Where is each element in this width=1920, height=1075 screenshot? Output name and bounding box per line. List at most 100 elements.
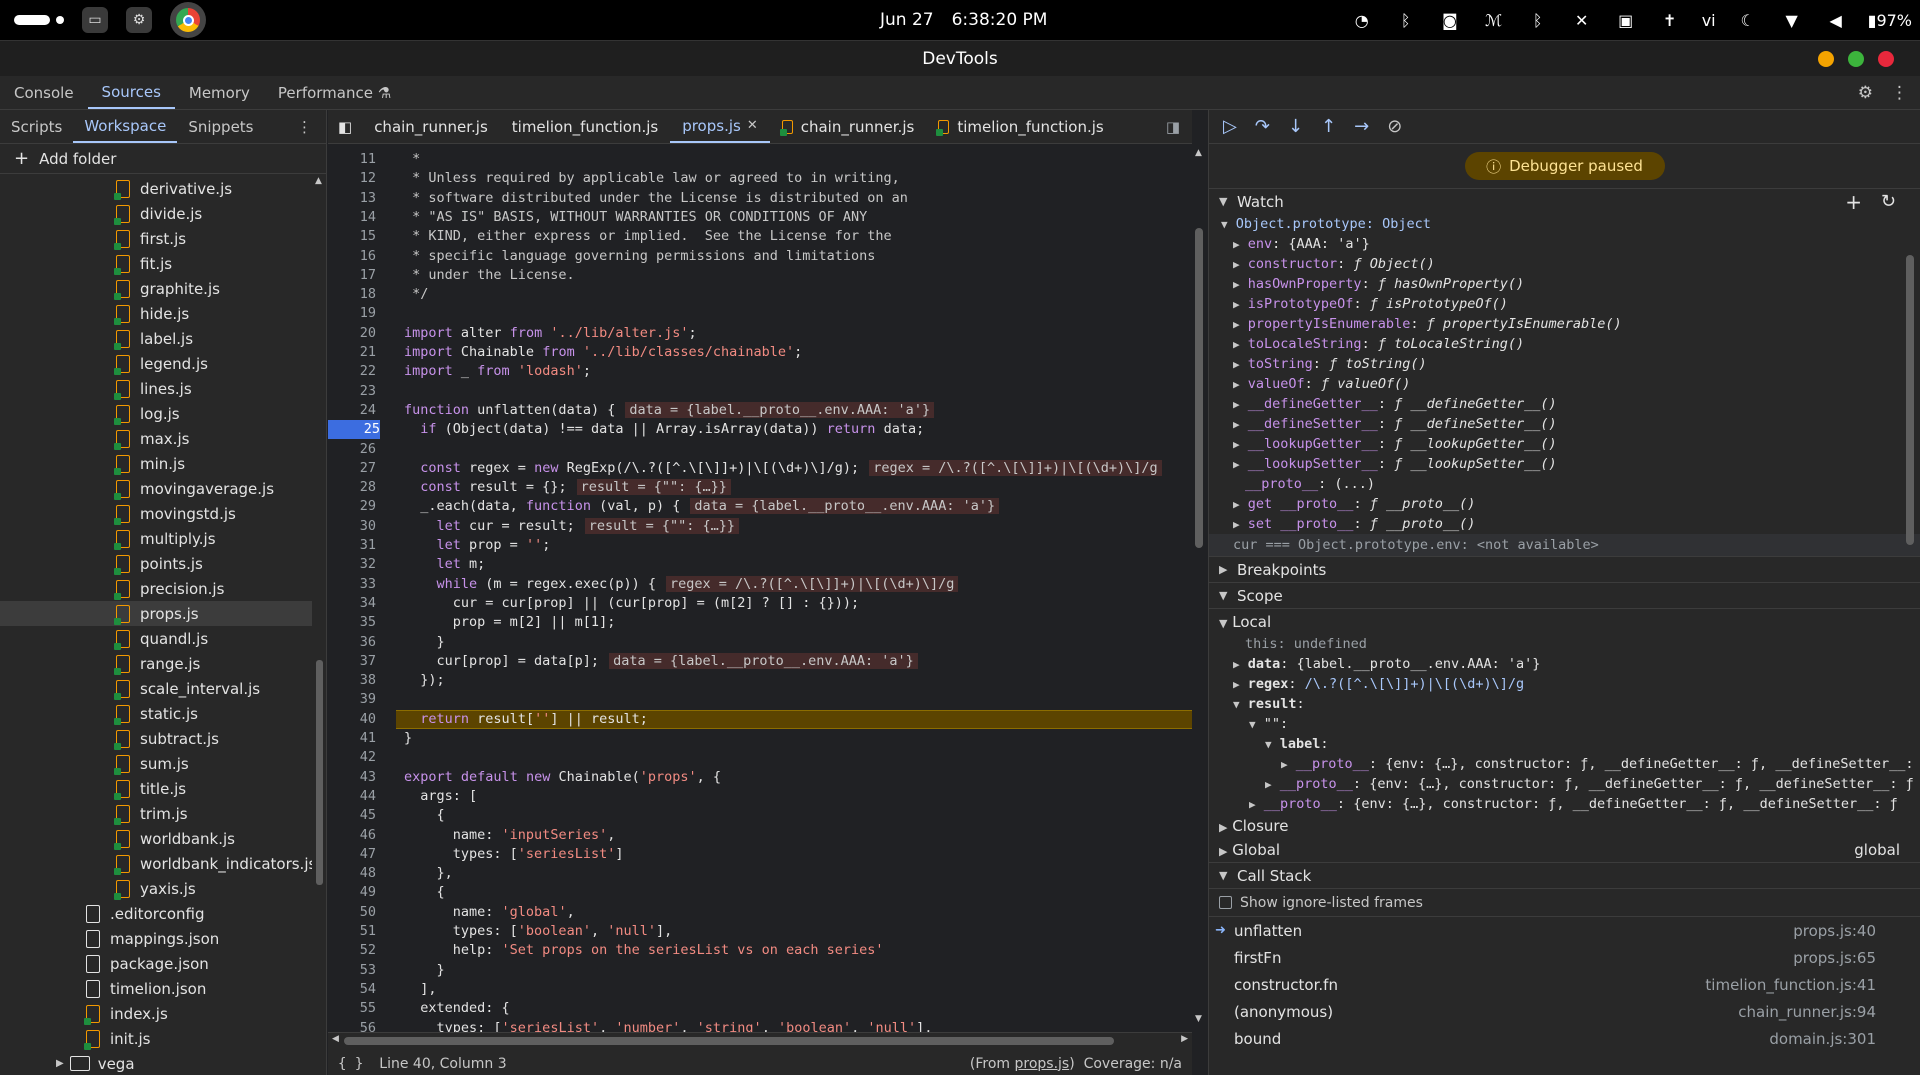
line-number[interactable]: 14	[328, 208, 376, 227]
editor-tab[interactable]: chain_runner.js	[770, 110, 927, 143]
call-frame[interactable]: (anonymous) chain_runner.js:94	[1209, 998, 1920, 1025]
line-number[interactable]: 56	[328, 1019, 376, 1033]
file-item[interactable]: multiply.js	[0, 526, 312, 551]
watch-property[interactable]: ▶ __lookupSetter__: ƒ __lookupSetter__()	[1209, 454, 1920, 474]
screen-share-icon[interactable]: ▣	[1614, 11, 1638, 30]
code-line[interactable]: 52 help: 'Set props on the seriesList vs…	[328, 941, 1192, 960]
line-number[interactable]: 39	[328, 690, 376, 709]
scroll-up-icon[interactable]: ▲	[315, 176, 322, 186]
watch-property[interactable]: ▶ valueOf: ƒ valueOf()	[1209, 374, 1920, 394]
scope-section-header[interactable]: ▼ Scope	[1209, 582, 1920, 608]
debugger-scroll-thumb[interactable]	[1906, 255, 1914, 545]
code-line[interactable]: 33 while (m = regex.exec(p)) {regex = /\…	[328, 575, 1192, 594]
file-item[interactable]: graphite.js	[0, 276, 312, 301]
breakpoints-section-header[interactable]: ▶ Breakpoints	[1209, 556, 1920, 582]
line-number[interactable]: 32	[328, 555, 376, 574]
file-item[interactable]: range.js	[0, 651, 312, 676]
scope-this[interactable]: this: undefined	[1209, 634, 1920, 654]
call-frame[interactable]: firstFn props.js:65	[1209, 944, 1920, 971]
line-number[interactable]: 16	[328, 247, 376, 266]
code-line[interactable]: 11 *	[328, 150, 1192, 169]
file-item[interactable]: scale_interval.js	[0, 676, 312, 701]
night-mode-icon[interactable]: ☾	[1736, 11, 1760, 30]
line-number[interactable]: 26	[328, 440, 376, 459]
file-item[interactable]: movingstd.js	[0, 501, 312, 526]
file-item[interactable]: lines.js	[0, 376, 312, 401]
line-number[interactable]: 48	[328, 864, 376, 883]
line-number[interactable]: 13	[328, 189, 376, 208]
code-line[interactable]: 19	[328, 304, 1192, 323]
code-line-current[interactable]: 40 return result[''] || result;	[328, 709, 1192, 729]
gear-icon[interactable]: ⚙	[1858, 83, 1873, 103]
line-number[interactable]: 52	[328, 941, 376, 960]
line-number[interactable]: 49	[328, 883, 376, 902]
file-item[interactable]: .editorconfig	[0, 901, 312, 926]
line-number[interactable]: 54	[328, 980, 376, 999]
editor-tab[interactable]: timelion_function.js	[500, 110, 670, 143]
file-item[interactable]: mappings.json	[0, 926, 312, 951]
watch-property[interactable]: ▶ __defineGetter__: ƒ __defineGetter__()	[1209, 394, 1920, 414]
step-out-icon[interactable]: ↑	[1321, 116, 1336, 137]
line-number[interactable]: 55	[328, 999, 376, 1018]
code-line[interactable]: 29 _.each(data, function (val, p) {data …	[328, 497, 1192, 516]
editor-tab[interactable]: props.js ✕	[670, 110, 770, 143]
code-line[interactable]: 13 * software distributed under the Lice…	[328, 189, 1192, 208]
file-item[interactable]: index.js	[0, 1001, 312, 1026]
pretty-print-icon[interactable]: { }	[338, 1056, 363, 1072]
code-line[interactable]: 37 cur[prop] = data[p]; data = {label.__p…	[328, 652, 1192, 671]
step-over-icon[interactable]: ↷	[1255, 116, 1270, 137]
line-number[interactable]: 23	[328, 382, 376, 401]
code-line[interactable]: 35 prop = m[2] || m[1];	[328, 613, 1192, 632]
navigator-more-icon[interactable]: ⋮	[286, 110, 326, 143]
code-line[interactable]: 50 name: 'global',	[328, 903, 1192, 922]
maximize-button[interactable]	[1848, 51, 1864, 67]
code-line[interactable]: 48 },	[328, 864, 1192, 883]
code-line[interactable]: 45 {	[328, 806, 1192, 825]
file-item[interactable]: legend.js	[0, 351, 312, 376]
navigator-scrollbar[interactable]: ▲	[314, 176, 324, 1075]
toggle-navigator-icon[interactable]: ◧	[328, 110, 362, 143]
code-line[interactable]: 24 function unflatten(data) {data = {labe…	[328, 401, 1192, 420]
line-number[interactable]: 40	[328, 710, 376, 729]
add-folder-button[interactable]: + Add folder	[0, 144, 326, 174]
bluetooth-alt-icon[interactable]: ᛒ	[1526, 11, 1550, 30]
file-item[interactable]: worldbank.js	[0, 826, 312, 851]
line-number[interactable]: 43	[328, 768, 376, 787]
code-line[interactable]: 49 {	[328, 883, 1192, 902]
code-line[interactable]: 25 if (Object(data) !== data || Array.is…	[328, 420, 1192, 440]
tools-icon[interactable]: ✕	[1570, 11, 1594, 30]
scope-proto-2[interactable]: ▶ __proto__: {env: {…}, constructor: ƒ, …	[1209, 774, 1920, 794]
tab-snippets[interactable]: Snippets	[177, 110, 264, 143]
line-number[interactable]: 12	[328, 169, 376, 188]
scroll-left-icon[interactable]: ◀	[332, 1034, 339, 1044]
line-number[interactable]: 18	[328, 285, 376, 304]
line-number[interactable]: 29	[328, 497, 376, 516]
file-item[interactable]: worldbank_indicators.js	[0, 851, 312, 876]
source-file-link[interactable]: props.js	[1014, 1056, 1069, 1072]
callstack-section-header[interactable]: ▼ Call Stack	[1209, 862, 1920, 888]
watch-property[interactable]: ▶ hasOwnProperty: ƒ hasOwnProperty()	[1209, 274, 1920, 294]
code-line[interactable]: 15 * KIND, either express or implied. Se…	[328, 227, 1192, 246]
file-item[interactable]: yaxis.js	[0, 876, 312, 901]
tab-console[interactable]: Console	[0, 76, 88, 109]
line-number[interactable]: 31	[328, 536, 376, 555]
call-frame[interactable]: bound domain.js:301	[1209, 1025, 1920, 1052]
line-number[interactable]: 24	[328, 401, 376, 420]
refresh-watch-icon[interactable]: ↻	[1881, 191, 1896, 212]
watch-property[interactable]: __proto__: (...)	[1209, 474, 1920, 494]
scope-label[interactable]: ▼ label:	[1209, 734, 1920, 754]
close-window-button[interactable]	[1878, 51, 1894, 67]
file-item[interactable]: trim.js	[0, 801, 312, 826]
more-vertical-icon[interactable]: ⋮	[1891, 83, 1908, 103]
volume-icon[interactable]: ◀	[1824, 11, 1848, 30]
navigator-scroll-thumb[interactable]	[316, 660, 323, 885]
watch-property[interactable]: ▶ get __proto__: ƒ __proto__()	[1209, 494, 1920, 514]
call-frame[interactable]: constructor.fn timelion_function.js:41	[1209, 971, 1920, 998]
launcher-pill-icon[interactable]	[14, 15, 50, 25]
file-item[interactable]: init.js	[0, 1026, 312, 1051]
line-number[interactable]: 42	[328, 748, 376, 767]
line-number[interactable]: 30	[328, 517, 376, 536]
line-number[interactable]: 15	[328, 227, 376, 246]
scope-closure-header[interactable]: ▶ Closure	[1209, 814, 1920, 838]
line-number[interactable]: 35	[328, 613, 376, 632]
